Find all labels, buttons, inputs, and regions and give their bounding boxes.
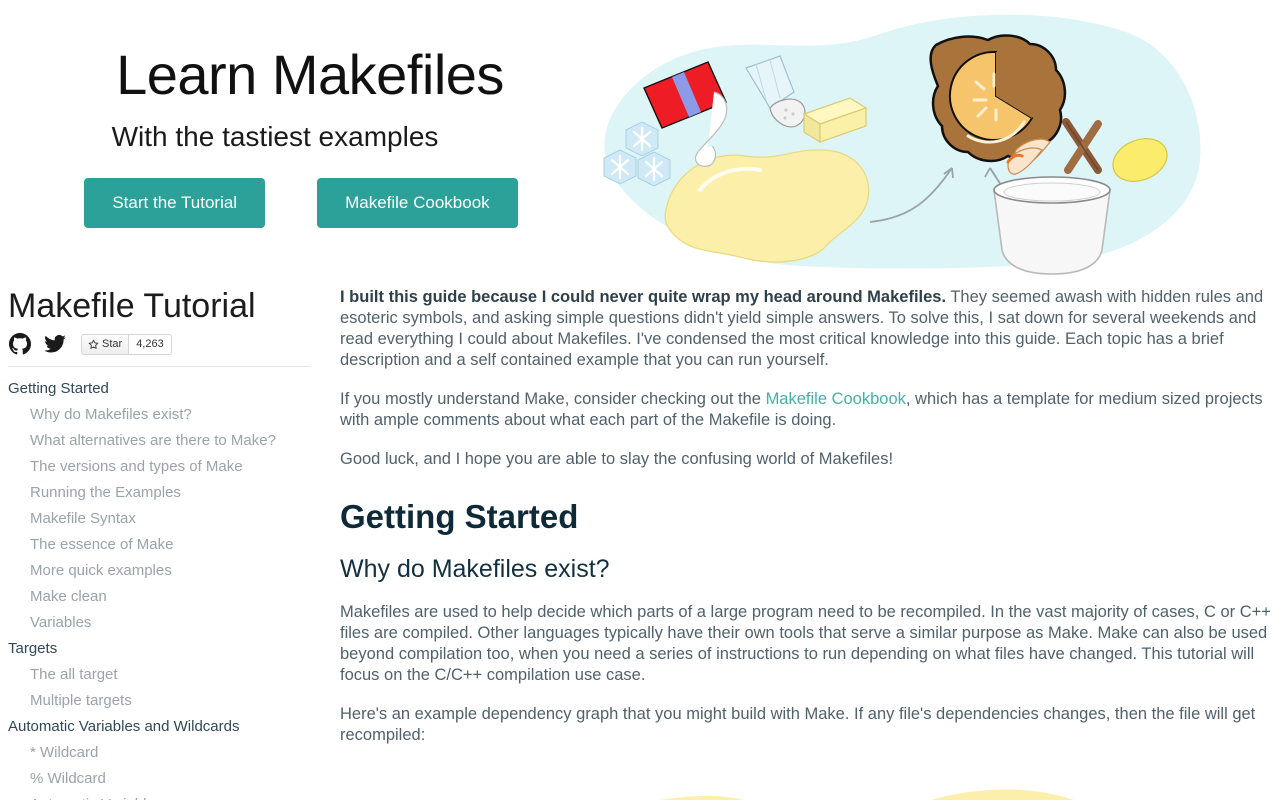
- star-label-group[interactable]: Star: [82, 334, 130, 354]
- hero-illustration: [580, 0, 1280, 278]
- sidebar-item-multiple-targets[interactable]: Multiple targets: [8, 688, 340, 714]
- sidebar-item-more-quick-examples[interactable]: More quick examples: [8, 558, 340, 584]
- dependency-graph-diagram: one.h libm libc two.h: [540, 764, 1280, 800]
- makefile-cookbook-link[interactable]: Makefile Cookbook: [766, 390, 906, 408]
- mixing-bowl-icon: [993, 176, 1111, 275]
- dough-backdrop: [660, 789, 1074, 800]
- intro-bold-text: I built this guide because I could never…: [340, 288, 947, 306]
- page-title: Learn Makefiles: [116, 43, 504, 106]
- sidebar-item-getting-started[interactable]: Getting Started: [8, 376, 340, 402]
- sidebar-item-versions-and-types[interactable]: The versions and types of Make: [8, 454, 340, 480]
- github-icon[interactable]: [8, 332, 32, 356]
- sidebar-item-star-wildcard[interactable]: * Wildcard: [8, 740, 340, 766]
- sidebar-nav: Getting Started Why do Makefiles exist? …: [8, 376, 340, 800]
- star-count: 4,263: [129, 334, 171, 354]
- dependency-graph-paragraph: Here's an example dependency graph that …: [340, 705, 1256, 744]
- intro-paragraph: I built this guide because I could never…: [340, 287, 1272, 371]
- sidebar-item-makefile-syntax[interactable]: Makefile Syntax: [8, 506, 340, 532]
- sidebar-item-make-clean[interactable]: Make clean: [8, 584, 340, 610]
- sidebar-item-targets[interactable]: Targets: [8, 636, 340, 662]
- start-tutorial-button[interactable]: Start the Tutorial: [84, 178, 266, 228]
- sidebar-social-row: Star 4,263: [8, 332, 340, 366]
- subsection-heading-why-do-makefiles-exist: Why do Makefiles exist?: [340, 555, 610, 583]
- main-content: I built this guide because I could never…: [340, 278, 1280, 800]
- sidebar-item-automatic-variables[interactable]: Automatic Variables: [8, 792, 340, 800]
- sidebar-item-variables[interactable]: Variables: [8, 610, 340, 636]
- cookbook-text-before: If you mostly understand Make, consider …: [340, 390, 766, 408]
- sidebar-item-automatic-variables-wildcards[interactable]: Automatic Variables and Wildcards: [8, 714, 340, 740]
- twitter-icon[interactable]: [43, 332, 67, 356]
- makefiles-purpose-paragraph: Makefiles are used to help decide which …: [340, 603, 1271, 684]
- sidebar-item-essence-of-make[interactable]: The essence of Make: [8, 532, 340, 558]
- sidebar-divider: [8, 366, 311, 367]
- star-label: Star: [102, 338, 123, 350]
- dependency-graph-svg: [660, 789, 1074, 800]
- baking-illustration-svg: [603, 14, 1201, 275]
- sidebar: Makefile Tutorial Star 4,263 Getting Sta…: [0, 278, 340, 800]
- sidebar-item-percent-wildcard[interactable]: % Wildcard: [8, 766, 340, 792]
- hero-text-block: Learn Makefiles With the tastiest exampl…: [0, 0, 620, 228]
- page-body: Makefile Tutorial Star 4,263 Getting Sta…: [0, 278, 1280, 800]
- sidebar-item-running-the-examples[interactable]: Running the Examples: [8, 480, 340, 506]
- hero-banner: Learn Makefiles With the tastiest exampl…: [0, 0, 1280, 278]
- sidebar-item-the-all-target[interactable]: The all target: [8, 662, 340, 688]
- star-icon: [88, 339, 99, 349]
- makefile-cookbook-button[interactable]: Makefile Cookbook: [317, 178, 518, 228]
- page-subtitle: With the tastiest examples: [111, 121, 439, 152]
- cookbook-paragraph: If you mostly understand Make, consider …: [340, 389, 1272, 431]
- sidebar-item-why-do-makefiles-exist[interactable]: Why do Makefiles exist?: [8, 402, 340, 428]
- section-heading-getting-started: Getting Started: [340, 498, 579, 535]
- sidebar-item-what-alternatives[interactable]: What alternatives are there to Make?: [8, 428, 340, 454]
- sidebar-title: Makefile Tutorial: [8, 287, 256, 325]
- goodluck-paragraph: Good luck, and I hope you are able to sl…: [340, 450, 894, 468]
- github-star-button[interactable]: Star 4,263: [81, 333, 172, 355]
- hero-button-group: Start the Tutorial Makefile Cookbook: [0, 178, 620, 228]
